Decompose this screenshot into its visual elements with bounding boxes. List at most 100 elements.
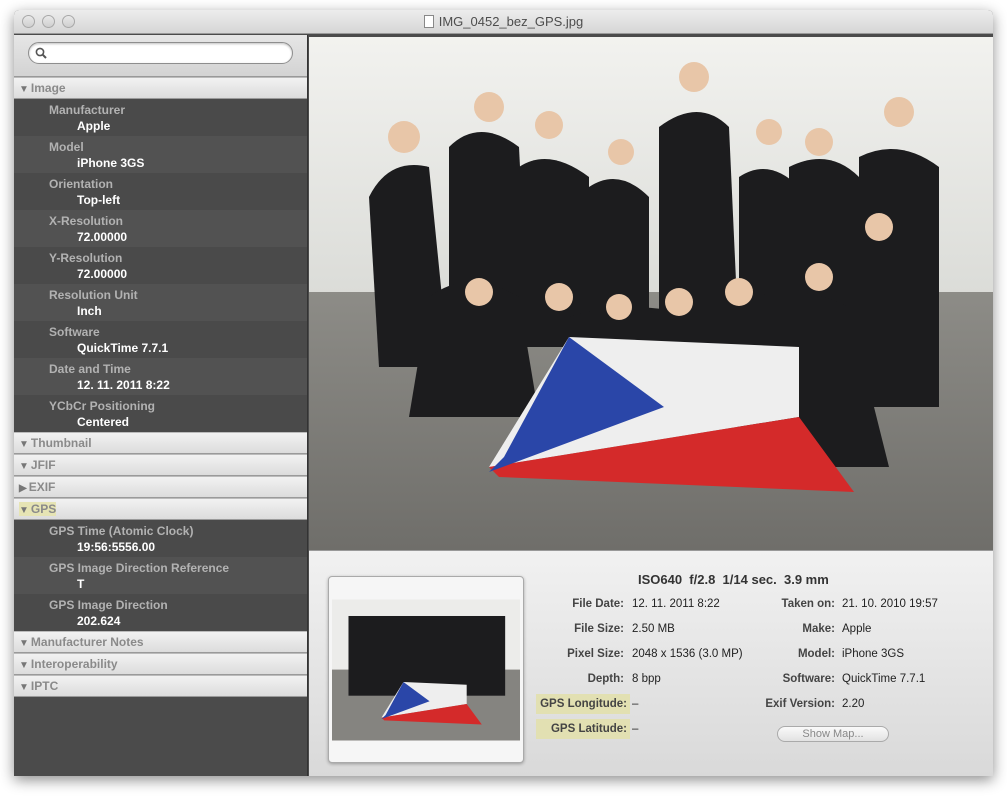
info-value: 2.50 MB bbox=[632, 623, 675, 635]
info-value: – bbox=[632, 698, 639, 710]
metadata-tree: ▼ Image Manufacturer Apple Model iPhone 3GS Or… bbox=[14, 77, 307, 697]
disclosure-expanded-icon[interactable]: ▼ bbox=[19, 682, 29, 693]
metadata-value: Inch bbox=[77, 304, 102, 318]
info-value: 12. 11. 2011 8:22 bbox=[632, 598, 720, 610]
metadata-row: YCbCr Positioning Centered bbox=[14, 395, 307, 432]
disclosure-expanded-icon[interactable]: ▼ bbox=[19, 505, 29, 516]
metadata-row: Orientation Top-left bbox=[14, 173, 307, 210]
info-label: Model: bbox=[797, 648, 835, 660]
section-image[interactable]: ▼ Image bbox=[14, 77, 307, 99]
info-label: GPS Longitude: bbox=[536, 694, 630, 714]
window-title: IMG_0452_bez_GPS.jpg bbox=[438, 14, 584, 29]
info-label: Taken on: bbox=[781, 598, 835, 610]
metadata-key: Date and Time bbox=[49, 362, 131, 376]
metadata-row: GPS Time (Atomic Clock) 19:56:5556.00 bbox=[14, 520, 307, 557]
metadata-row: Date and Time 12. 11. 2011 8:22 bbox=[14, 358, 307, 395]
window: IMG_0452_bez_GPS.jpg ▼ Image Manufacturer A… bbox=[14, 10, 993, 776]
metadata-value: Centered bbox=[77, 415, 130, 429]
section-gps[interactable]: ▼ GPS bbox=[14, 498, 307, 520]
metadata-value: 202.624 bbox=[77, 614, 121, 628]
metadata-value: iPhone 3GS bbox=[77, 156, 145, 170]
metadata-key: X-Resolution bbox=[49, 214, 123, 228]
section-interoperability[interactable]: ▼ Interoperability bbox=[14, 653, 307, 675]
section-thumbnail[interactable]: ▼ Thumbnail bbox=[14, 432, 307, 454]
metadata-value: 72.00000 bbox=[77, 267, 128, 281]
section-label: Thumbnail bbox=[30, 436, 92, 450]
section-label: Image bbox=[30, 81, 66, 95]
metadata-key: Manufacturer bbox=[49, 103, 126, 117]
show-map-button[interactable]: Show Map... bbox=[777, 726, 889, 742]
photo-image bbox=[309, 37, 993, 550]
metadata-row: Resolution Unit Inch bbox=[14, 284, 307, 321]
info-value: 8 bpp bbox=[632, 673, 661, 685]
info-label: Depth: bbox=[587, 673, 624, 685]
info-value: 2.20 bbox=[842, 698, 865, 710]
disclosure-collapsed-icon[interactable]: ▶ bbox=[19, 483, 27, 494]
section-jfif[interactable]: ▼ JFIF bbox=[14, 454, 307, 476]
info-value: – bbox=[632, 723, 639, 735]
info-value: 21. 10. 2010 19:57 bbox=[842, 598, 938, 610]
info-label: Software: bbox=[782, 673, 835, 685]
info-value: iPhone 3GS bbox=[842, 648, 905, 660]
section-exif[interactable]: ▶ EXIF bbox=[14, 476, 307, 498]
metadata-row: GPS Image Direction Reference T bbox=[14, 557, 307, 594]
info-label: Make: bbox=[802, 623, 835, 635]
info-value: Apple bbox=[842, 623, 872, 635]
metadata-value: Apple bbox=[77, 119, 111, 133]
zoom-button[interactable] bbox=[62, 15, 75, 28]
disclosure-expanded-icon[interactable]: ▼ bbox=[19, 461, 29, 472]
minimize-button[interactable] bbox=[42, 15, 55, 28]
metadata-row: Software QuickTime 7.7.1 bbox=[14, 321, 307, 358]
info-panel: ISO640 f/2.8 1/14 sec. 3.9 mm File Date:… bbox=[309, 550, 993, 776]
section-label: Interoperability bbox=[30, 657, 118, 671]
thumbnail-image bbox=[332, 599, 520, 741]
section-iptc[interactable]: ▼ IPTC bbox=[14, 675, 307, 697]
section-label: Manufacturer Notes bbox=[30, 635, 144, 649]
metadata-value: QuickTime 7.7.1 bbox=[77, 341, 169, 355]
metadata-value: 72.00000 bbox=[77, 230, 128, 244]
info-label: GPS Latitude: bbox=[536, 719, 630, 739]
metadata-key: Software bbox=[49, 325, 100, 339]
file-icon bbox=[423, 15, 434, 28]
metadata-row: GPS Image Direction 202.624 bbox=[14, 594, 307, 631]
thumbnail-frame bbox=[328, 576, 524, 763]
photo-preview bbox=[309, 37, 993, 550]
disclosure-expanded-icon[interactable]: ▼ bbox=[19, 660, 29, 671]
section-label: JFIF bbox=[30, 458, 56, 472]
search-field[interactable] bbox=[28, 42, 293, 64]
disclosure-expanded-icon[interactable]: ▼ bbox=[19, 439, 29, 450]
metadata-value: T bbox=[77, 577, 85, 591]
info-label: File Size: bbox=[574, 623, 624, 635]
metadata-key: Orientation bbox=[49, 177, 114, 191]
section-manufacturer-notes[interactable]: ▼ Manufacturer Notes bbox=[14, 631, 307, 653]
metadata-value: Top-left bbox=[77, 193, 121, 207]
close-button[interactable] bbox=[22, 15, 35, 28]
metadata-row: Manufacturer Apple bbox=[14, 99, 307, 136]
disclosure-expanded-icon[interactable]: ▼ bbox=[19, 638, 29, 649]
metadata-key: Resolution Unit bbox=[49, 288, 138, 302]
metadata-value: 19:56:5556.00 bbox=[77, 540, 156, 554]
metadata-key: GPS Time (Atomic Clock) bbox=[49, 524, 194, 538]
section-label: EXIF bbox=[28, 480, 56, 494]
exposure-summary: ISO640 f/2.8 1/14 sec. 3.9 mm bbox=[638, 572, 829, 587]
info-label: Exif Version: bbox=[765, 698, 835, 710]
metadata-row: X-Resolution 72.00000 bbox=[14, 210, 307, 247]
title-bar: IMG_0452_bez_GPS.jpg bbox=[14, 10, 993, 34]
disclosure-expanded-icon[interactable]: ▼ bbox=[19, 84, 29, 95]
section-label: GPS bbox=[30, 502, 57, 516]
search-icon bbox=[35, 47, 47, 59]
info-value: QuickTime 7.7.1 bbox=[842, 673, 926, 685]
metadata-value: 12. 11. 2011 8:22 bbox=[77, 378, 170, 392]
section-label: IPTC bbox=[30, 679, 59, 693]
metadata-key: Model bbox=[49, 140, 84, 154]
info-label: Pixel Size: bbox=[567, 648, 624, 660]
metadata-row: Model iPhone 3GS bbox=[14, 136, 307, 173]
metadata-row: Y-Resolution 72.00000 bbox=[14, 247, 307, 284]
metadata-key: GPS Image Direction Reference bbox=[49, 561, 230, 575]
metadata-key: Y-Resolution bbox=[49, 251, 123, 265]
metadata-key: YCbCr Positioning bbox=[49, 399, 155, 413]
info-label: File Date: bbox=[572, 598, 624, 610]
search-input[interactable] bbox=[51, 46, 292, 60]
metadata-key: GPS Image Direction bbox=[49, 598, 168, 612]
sidebar: ▼ Image Manufacturer Apple Model iPhone 3GS Or… bbox=[14, 35, 308, 776]
